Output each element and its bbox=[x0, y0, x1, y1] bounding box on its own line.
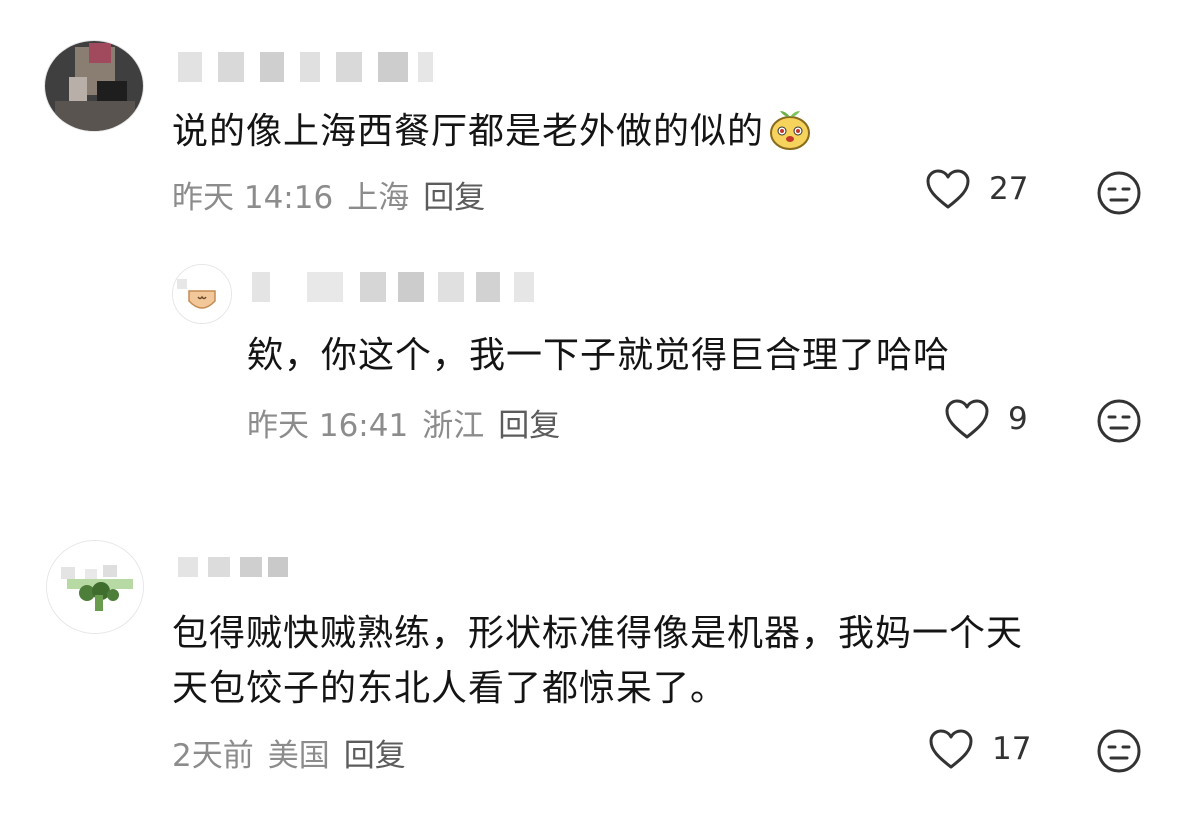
like-count: 9 bbox=[1008, 401, 1028, 437]
like-count: 27 bbox=[989, 171, 1029, 207]
neutral-face-icon[interactable] bbox=[1096, 170, 1142, 220]
avatar[interactable] bbox=[172, 264, 232, 324]
comment-meta: 昨天 14:16 上海 回复 bbox=[172, 172, 499, 217]
comment-time: 昨天 14:16 bbox=[172, 180, 334, 216]
username-redacted[interactable] bbox=[178, 52, 433, 82]
heart-outline-icon bbox=[925, 168, 971, 210]
reply-time: 昨天 16:41 bbox=[247, 408, 409, 444]
comment-text-line-1: 包得贼快贼熟练，形状标准得像是机器，我妈一个天 bbox=[172, 613, 1024, 654]
neutral-face-icon[interactable] bbox=[1096, 398, 1142, 448]
heart-outline-icon bbox=[928, 728, 974, 770]
avatar[interactable] bbox=[44, 40, 144, 132]
like-count: 17 bbox=[992, 731, 1032, 767]
pear-face-emoji-icon bbox=[768, 107, 812, 169]
reply-button[interactable]: 回复 bbox=[344, 738, 406, 774]
avatar[interactable] bbox=[46, 540, 144, 634]
reply-meta: 昨天 16:41 浙江 回复 bbox=[247, 400, 574, 445]
heart-outline-icon bbox=[944, 398, 990, 440]
comment-text-line-2: 天包饺子的东北人看了都惊呆了。 bbox=[172, 668, 728, 709]
username-redacted[interactable] bbox=[178, 557, 288, 577]
reply-text: 欸，你这个，我一下子就觉得巨合理了哈哈 bbox=[247, 335, 951, 376]
like-button[interactable]: 27 bbox=[925, 168, 1028, 210]
comment-meta: 2天前 美国 回复 bbox=[172, 730, 420, 775]
username-redacted[interactable] bbox=[252, 272, 542, 302]
comment-location: 美国 bbox=[267, 738, 330, 774]
neutral-face-icon[interactable] bbox=[1096, 728, 1142, 778]
reply-button[interactable]: 回复 bbox=[498, 408, 560, 444]
like-button[interactable]: 17 bbox=[928, 728, 1031, 770]
comment-time: 2天前 bbox=[172, 738, 254, 774]
reply-button[interactable]: 回复 bbox=[423, 180, 485, 216]
comment-text: 说的像上海西餐厅都是老外做的似的 bbox=[172, 103, 812, 169]
reply-location: 浙江 bbox=[422, 408, 485, 444]
comment-location: 上海 bbox=[347, 180, 410, 216]
like-button[interactable]: 9 bbox=[944, 398, 1028, 440]
